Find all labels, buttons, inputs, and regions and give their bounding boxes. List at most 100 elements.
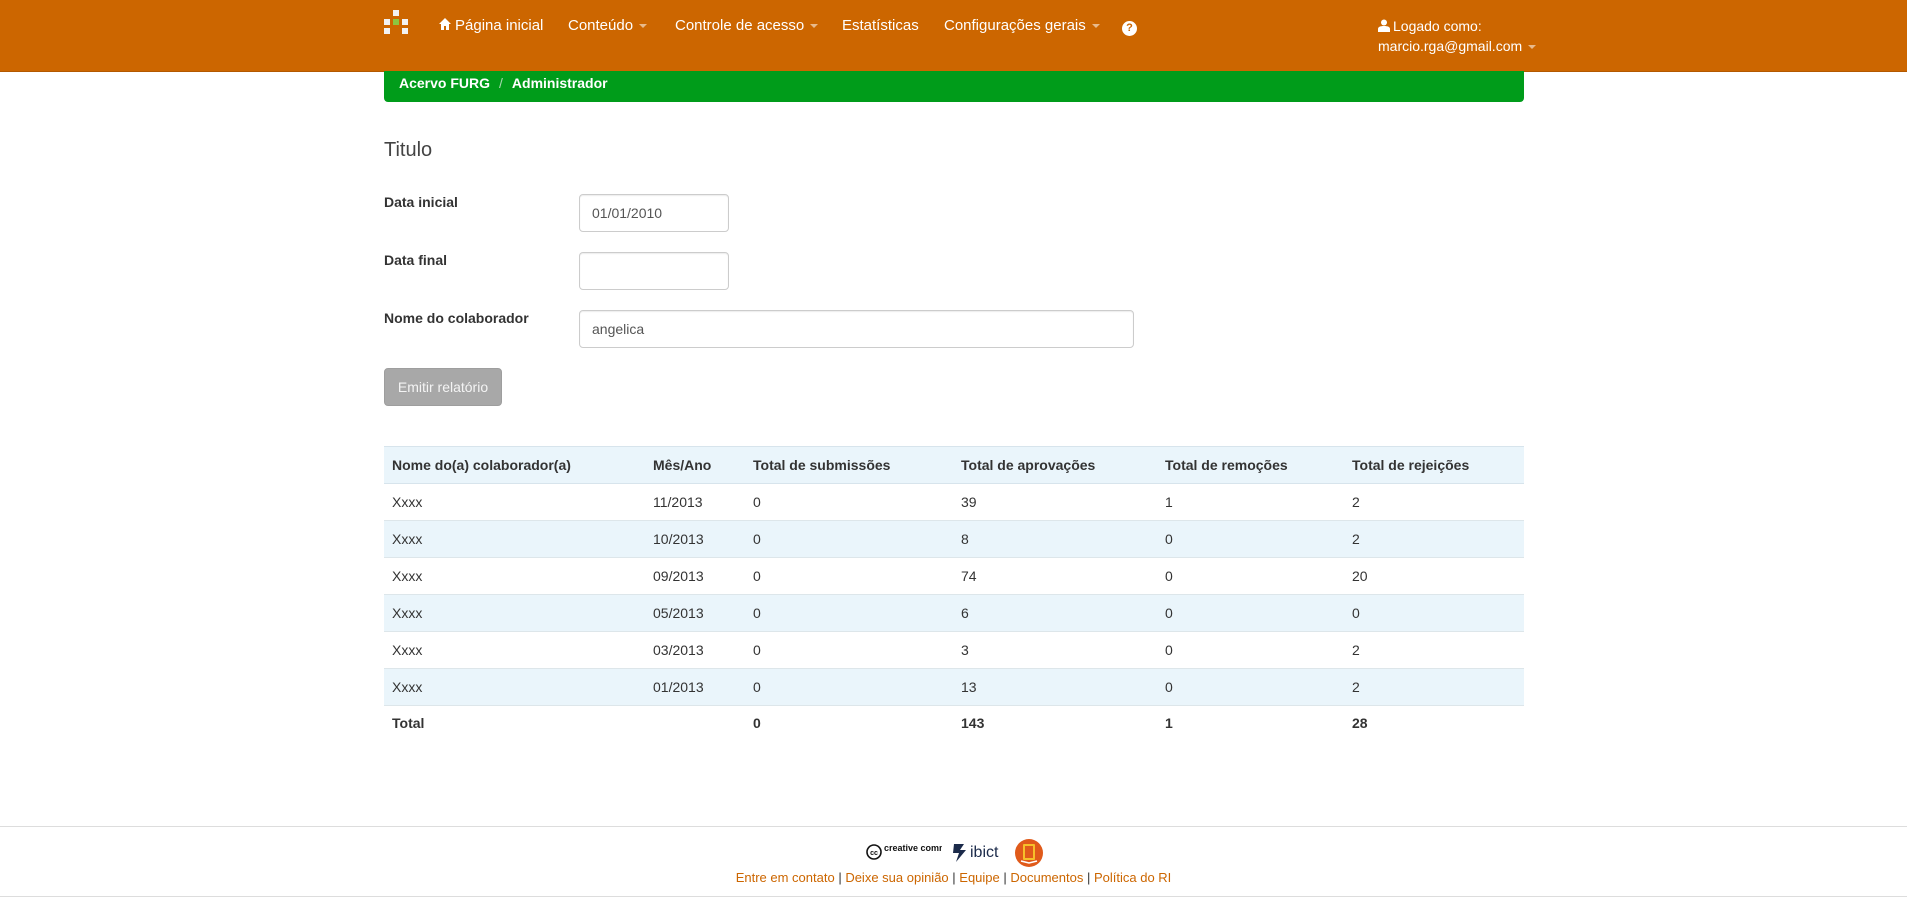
chevron-down-icon xyxy=(1091,24,1100,29)
footer-link-feedback[interactable]: Deixe sua opinião xyxy=(845,870,948,885)
footer-link-contact[interactable]: Entre em contato xyxy=(736,870,835,885)
nav-access-dropdown[interactable]: Controle de acesso xyxy=(675,16,819,36)
footer-link-documents[interactable]: Documentos xyxy=(1010,870,1083,885)
collaborator-name-label: Nome do colaborador xyxy=(384,310,529,326)
end-date-label: Data final xyxy=(384,252,448,268)
cell-removals: 1 xyxy=(1157,483,1344,521)
cell-approvals: 13 xyxy=(953,668,1157,706)
cell-submissions: 0 xyxy=(745,483,953,521)
cell-collaborator: Xxxx xyxy=(384,520,645,558)
user-label: Logado como: xyxy=(1393,18,1482,34)
breadcrumb: Acervo FURG / Administrador xyxy=(384,71,1524,102)
cell-month-year: 03/2013 xyxy=(645,631,745,669)
header-collaborator: Nome do(a) colaborador(a) xyxy=(384,446,645,484)
cell-month-year: 10/2013 xyxy=(645,520,745,558)
cell-removals: 0 xyxy=(1157,557,1344,595)
cell-rejections: 2 xyxy=(1344,520,1524,558)
header-month-year: Mês/Ano xyxy=(645,446,745,484)
header-rejections: Total de rejeições xyxy=(1344,446,1524,484)
footer-top-divider xyxy=(0,826,1907,827)
cell-submissions: 0 xyxy=(745,520,953,558)
cell-approvals: 3 xyxy=(953,631,1157,669)
nav-content-label: Conteúdo xyxy=(568,17,634,34)
cell-removals: 0 xyxy=(1157,668,1344,706)
cell-collaborator: Xxxx xyxy=(384,631,645,669)
creative-commons-logo[interactable]: cc creative commons xyxy=(866,842,942,862)
user-icon xyxy=(1378,19,1390,32)
footer-separator: | xyxy=(834,870,846,885)
cell-approvals: 74 xyxy=(953,557,1157,595)
help-icon: ? xyxy=(1122,21,1137,36)
total-submissions: 0 xyxy=(753,715,761,731)
cell-month-year: 11/2013 xyxy=(645,483,745,521)
total-label: Total xyxy=(392,715,425,731)
cell-month-year: 09/2013 xyxy=(645,557,745,595)
nav-home[interactable]: Página inicial xyxy=(438,16,543,36)
dspace-logo-icon[interactable] xyxy=(384,10,408,34)
chevron-down-icon xyxy=(639,24,648,29)
table-total-row: Total 0 143 1 28 xyxy=(384,706,1524,741)
chevron-down-icon xyxy=(810,24,819,29)
total-approvals: 143 xyxy=(961,715,985,731)
cell-approvals: 39 xyxy=(953,483,1157,521)
cell-submissions: 0 xyxy=(745,668,953,706)
cell-submissions: 0 xyxy=(745,557,953,595)
table-row: Xxxx 01/2013 0 13 0 2 xyxy=(384,668,1524,706)
cell-month-year: 01/2013 xyxy=(645,668,745,706)
footer-links: Entre em contato | Deixe sua opinião | E… xyxy=(0,870,1907,885)
cell-collaborator: Xxxx xyxy=(384,557,645,595)
cell-approvals: 8 xyxy=(953,520,1157,558)
nav-settings-label: Configurações gerais xyxy=(944,17,1086,34)
user-label-line: Logado como: xyxy=(1378,16,1536,36)
table-row: Xxxx 03/2013 0 3 0 2 xyxy=(384,631,1524,669)
nav-help[interactable]: ? xyxy=(1122,17,1137,37)
ibict-logo[interactable]: ibict xyxy=(952,840,1018,864)
cell-rejections: 20 xyxy=(1344,557,1524,595)
cell-rejections: 2 xyxy=(1344,631,1524,669)
user-menu-dropdown[interactable]: Logado como: marcio.rga@gmail.com xyxy=(1378,16,1537,56)
footer-separator: | xyxy=(948,870,960,885)
total-removals: 1 xyxy=(1165,715,1173,731)
nav-settings-dropdown[interactable]: Configurações gerais xyxy=(944,16,1100,36)
top-navbar: Página inicial Conteúdo Controle de aces… xyxy=(0,0,1907,72)
table-header-row: Nome do(a) colaborador(a) Mês/Ano Total … xyxy=(384,446,1524,484)
breadcrumb-item-home[interactable]: Acervo FURG xyxy=(399,75,490,91)
cell-submissions: 0 xyxy=(745,631,953,669)
start-date-input[interactable] xyxy=(579,194,729,232)
breadcrumb-item-current: Administrador xyxy=(511,75,608,91)
cell-collaborator: Xxxx xyxy=(384,483,645,521)
footer-link-policy[interactable]: Política do RI xyxy=(1094,870,1171,885)
header-approvals: Total de aprovações xyxy=(953,446,1157,484)
end-date-input[interactable] xyxy=(579,252,729,290)
footer-link-team[interactable]: Equipe xyxy=(959,870,999,885)
cc-logo-text-1: creative commons xyxy=(884,843,942,853)
table-row: Xxxx 10/2013 0 8 0 2 xyxy=(384,520,1524,558)
table-row: Xxxx 11/2013 0 39 1 2 xyxy=(384,483,1524,521)
user-email: marcio.rga@gmail.com xyxy=(1378,38,1523,54)
cell-approvals: 6 xyxy=(953,594,1157,632)
cell-submissions: 0 xyxy=(745,594,953,632)
nav-statistics-label: Estatísticas xyxy=(842,17,919,34)
cell-rejections: 0 xyxy=(1344,594,1524,632)
cell-removals: 0 xyxy=(1157,631,1344,669)
emit-report-button[interactable]: Emitir relatório xyxy=(384,368,502,406)
start-date-label: Data inicial xyxy=(384,194,458,210)
home-icon xyxy=(439,18,451,30)
repository-book-logo[interactable] xyxy=(1014,838,1044,868)
cell-rejections: 2 xyxy=(1344,483,1524,521)
header-submissions: Total de submissões xyxy=(745,446,953,484)
total-rejections: 28 xyxy=(1352,715,1368,731)
collaborator-name-input[interactable] xyxy=(579,310,1134,348)
svg-text:cc: cc xyxy=(870,850,878,857)
table-row: Xxxx 05/2013 0 6 0 0 xyxy=(384,594,1524,632)
nav-content-dropdown[interactable]: Conteúdo xyxy=(568,16,648,36)
table-row: Xxxx 09/2013 0 74 0 20 xyxy=(384,557,1524,595)
footer-separator: | xyxy=(1083,870,1094,885)
total-month-year xyxy=(645,706,745,741)
nav-statistics[interactable]: Estatísticas xyxy=(842,16,919,36)
breadcrumb-separator: / xyxy=(499,75,503,91)
cell-collaborator: Xxxx xyxy=(384,668,645,706)
cell-collaborator: Xxxx xyxy=(384,594,645,632)
cell-removals: 0 xyxy=(1157,520,1344,558)
page-title: Titulo xyxy=(384,139,433,161)
